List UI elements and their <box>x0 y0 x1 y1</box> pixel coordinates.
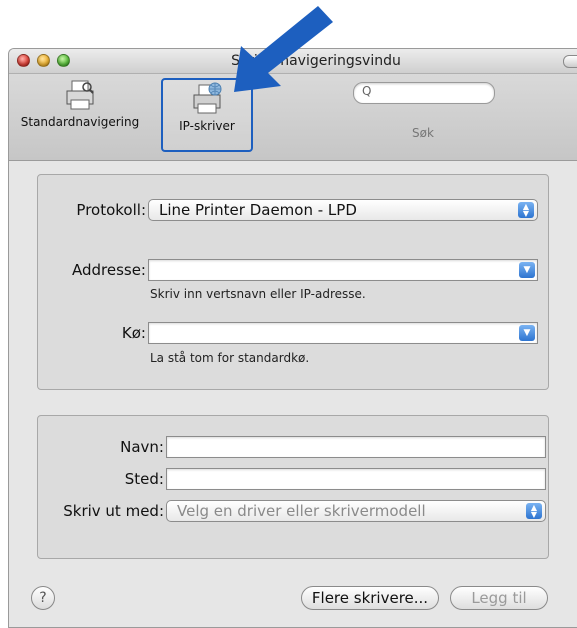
protocol-popup[interactable]: Line Printer Daemon - LPD ▲ ▼ <box>148 199 538 221</box>
name-label: Navn: <box>120 438 164 456</box>
location-label: Sted: <box>124 470 164 488</box>
address-hint: Skriv inn vertsnavn eller IP-adresse. <box>150 287 366 301</box>
location-field[interactable] <box>166 468 546 490</box>
address-combo[interactable]: ▼ <box>148 259 538 281</box>
printer-details-panel: Navn: Sted: Skriv ut med: Velg en driver… <box>37 415 549 559</box>
more-printers-button[interactable]: Flere skrivere... <box>301 586 439 610</box>
queue-label: Kø: <box>121 324 146 342</box>
connection-panel: Protokoll: Line Printer Daemon - LPD ▲ ▼ … <box>37 174 549 390</box>
protocol-value: Line Printer Daemon - LPD <box>159 201 357 219</box>
print-using-label: Skriv ut med: <box>63 502 164 520</box>
help-button[interactable]: ? <box>31 586 55 610</box>
popup-arrows-icon: ▲ ▼ <box>526 503 542 519</box>
queue-hint: La stå tom for standardkø. <box>150 351 310 365</box>
callout-arrow-icon <box>234 6 333 92</box>
print-using-popup[interactable]: Velg en driver eller skrivermodell ▲ ▼ <box>166 500 546 522</box>
queue-combo[interactable]: ▼ <box>148 322 538 344</box>
chevron-down-icon[interactable]: ▼ <box>519 262 535 278</box>
add-button[interactable]: Legg til <box>450 586 548 610</box>
protocol-label: Protokoll: <box>76 201 146 219</box>
popup-arrows-icon: ▲ ▼ <box>518 202 534 218</box>
print-using-value: Velg en driver eller skrivermodell <box>177 502 426 520</box>
chevron-down-icon[interactable]: ▼ <box>519 325 535 341</box>
name-field[interactable] <box>166 436 546 458</box>
address-label: Addresse: <box>71 261 146 279</box>
